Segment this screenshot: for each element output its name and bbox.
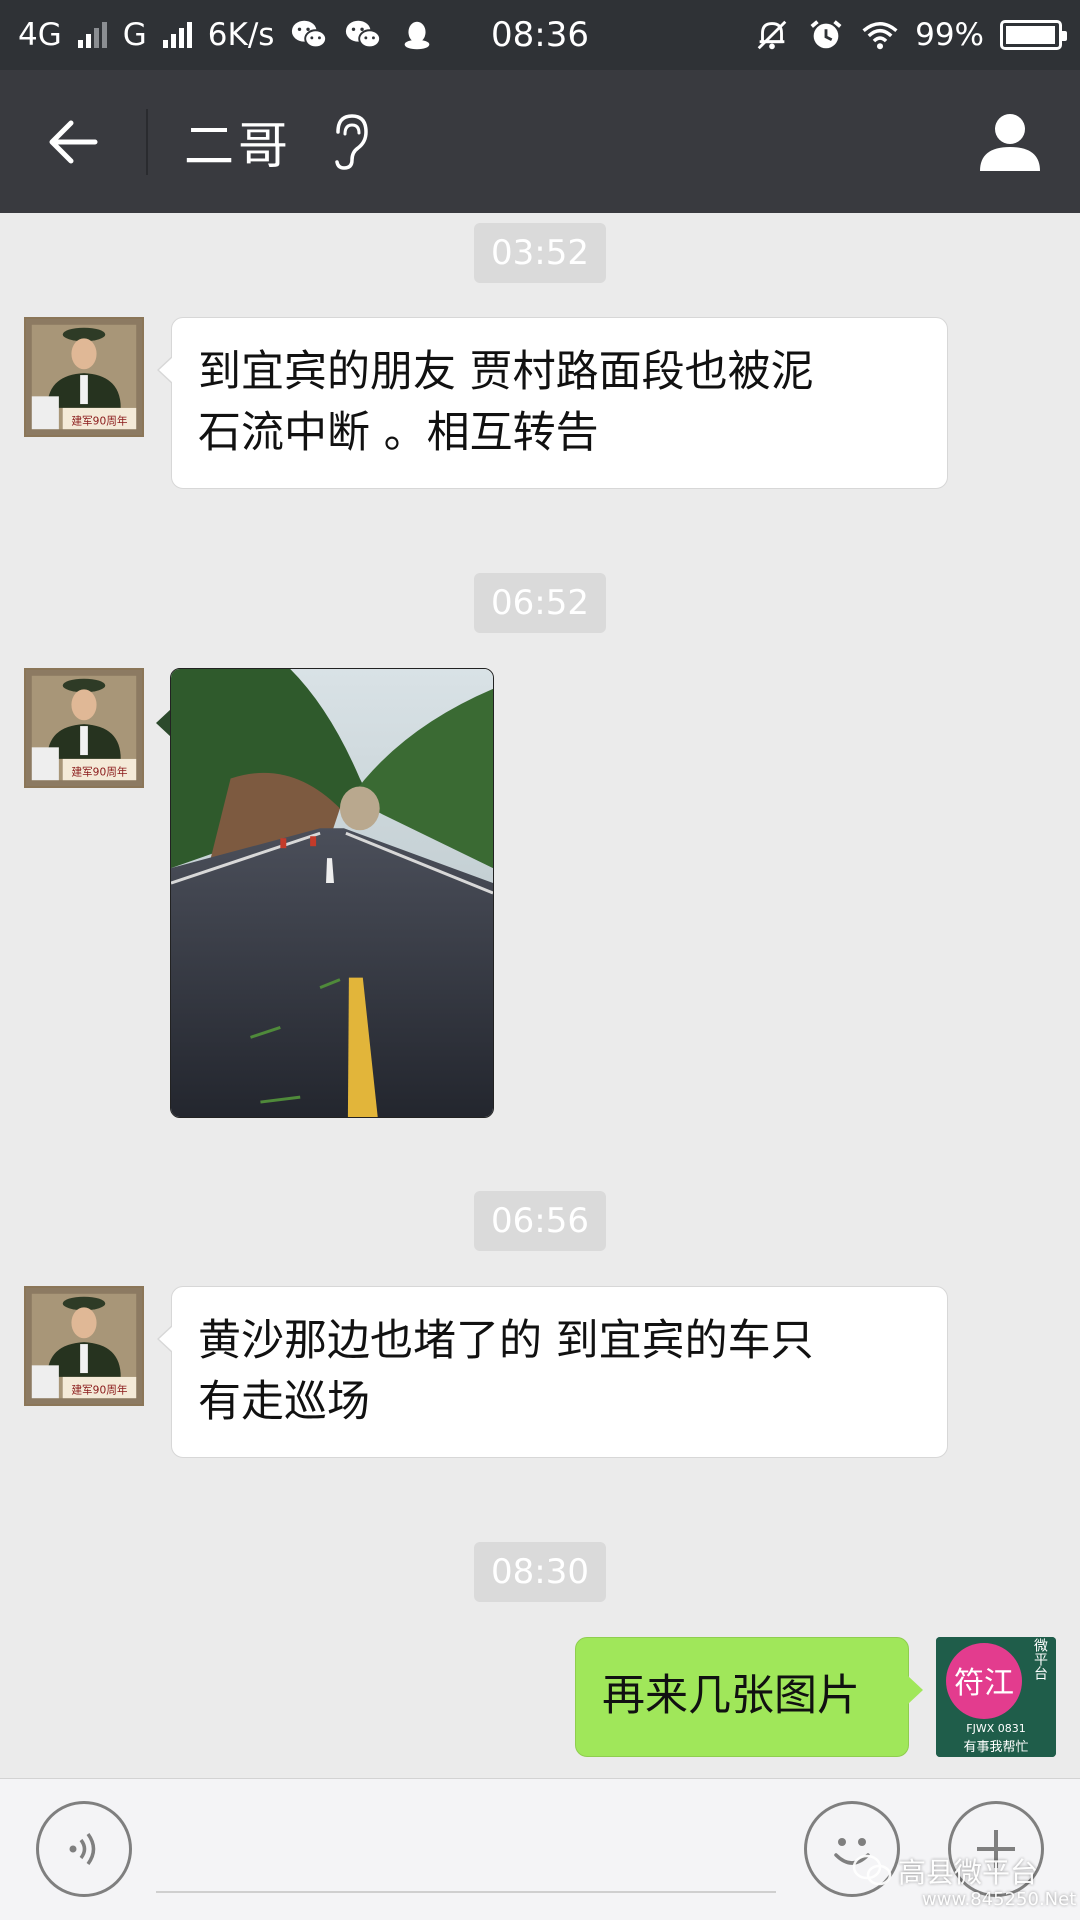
profile-button[interactable] [940,70,1080,213]
battery-icon [1000,20,1067,50]
network-g-label: G [122,17,147,53]
svg-text:建军90周年: 建军90周年 [71,414,127,427]
back-button[interactable] [0,70,146,213]
status-right: 99% [753,17,1067,53]
network-4g-label: 4G [18,17,62,53]
contact-avatar[interactable]: 建军90周年 [24,1286,144,1406]
watermark-url: www.845250.Net [922,1889,1077,1910]
earpiece-mode-icon[interactable] [330,112,370,172]
message-bubble-received[interactable]: 到宜宾的朋友 贾村路面段也被泥 石流中断 。相互转告 [157,317,948,489]
message-text-line: 石流中断 。相互转告 [198,408,599,458]
wifi-icon [862,22,898,50]
chat-title: 二哥 [184,116,292,175]
svg-text:符江: 符江 [954,1666,1014,1701]
message-timestamp: 03:52 [474,223,606,283]
contact-avatar[interactable]: 建军90周年 [24,668,144,788]
message-timestamp: 06:56 [474,1191,606,1251]
svg-text:FJWX 0831: FJWX 0831 [966,1722,1025,1735]
svg-text:有事我帮忙: 有事我帮忙 [963,1740,1028,1755]
message-timestamp: 08:30 [474,1542,606,1602]
message-list[interactable]: 03:52 建军90周年 到宜宾的朋友 贾村路面段也被泥 石流中断 。相互转告 … [0,213,1080,1778]
my-avatar[interactable]: 符江 微平台 FJWX 0831 有事我帮忙 [936,1637,1056,1757]
voice-input-button[interactable] [36,1801,132,1897]
qq-penguin-icon [405,21,430,50]
message-input[interactable] [156,1805,776,1893]
message-timestamp: 06:52 [474,573,606,633]
signal-icon [77,22,107,48]
message-text-line: 再来几张图片 [602,1671,860,1721]
contact-avatar[interactable]: 建军90周年 [24,317,144,437]
input-bar [0,1778,1080,1920]
wechat-icon [292,20,328,49]
signal-icon [162,22,192,48]
status-left: 4G G 6K/s [18,17,436,53]
chat-header: 二哥 [0,70,1080,213]
header-divider [146,108,148,175]
wechat-icon [346,20,382,49]
network-speed: 6K/s [207,17,275,53]
arrow-left-icon [49,120,98,163]
svg-text:建军90周年: 建军90周年 [71,1383,127,1396]
wechat-icon [852,1854,892,1886]
message-text-line: 有走巡场 [198,1377,370,1427]
message-text-line: 到宜宾的朋友 贾村路面段也被泥 [198,347,814,397]
voice-icon [69,1832,96,1866]
battery-percent: 99% [915,17,984,53]
status-bar: 4G G 6K/s 08:36 99% [0,0,1080,70]
person-icon [980,113,1040,171]
svg-text:微平台: 微平台 [1032,1638,1048,1680]
message-bubble-sent[interactable]: 再来几张图片 [575,1637,923,1757]
watermark: 高县微平台 www.845250.Net [852,1851,1076,1910]
watermark-text: 高县微平台 [898,1856,1039,1889]
bubble-tail [156,709,171,737]
message-bubble-received[interactable]: 黄沙那边也堵了的 到宜宾的车只 有走巡场 [157,1286,948,1458]
landslide-road-photo[interactable] [170,668,494,1118]
alarm-icon [810,20,842,49]
mute-bell-icon [757,20,787,50]
svg-text:建军90周年: 建军90周年 [71,765,127,778]
message-text-line: 黄沙那边也堵了的 到宜宾的车只 [198,1316,814,1366]
